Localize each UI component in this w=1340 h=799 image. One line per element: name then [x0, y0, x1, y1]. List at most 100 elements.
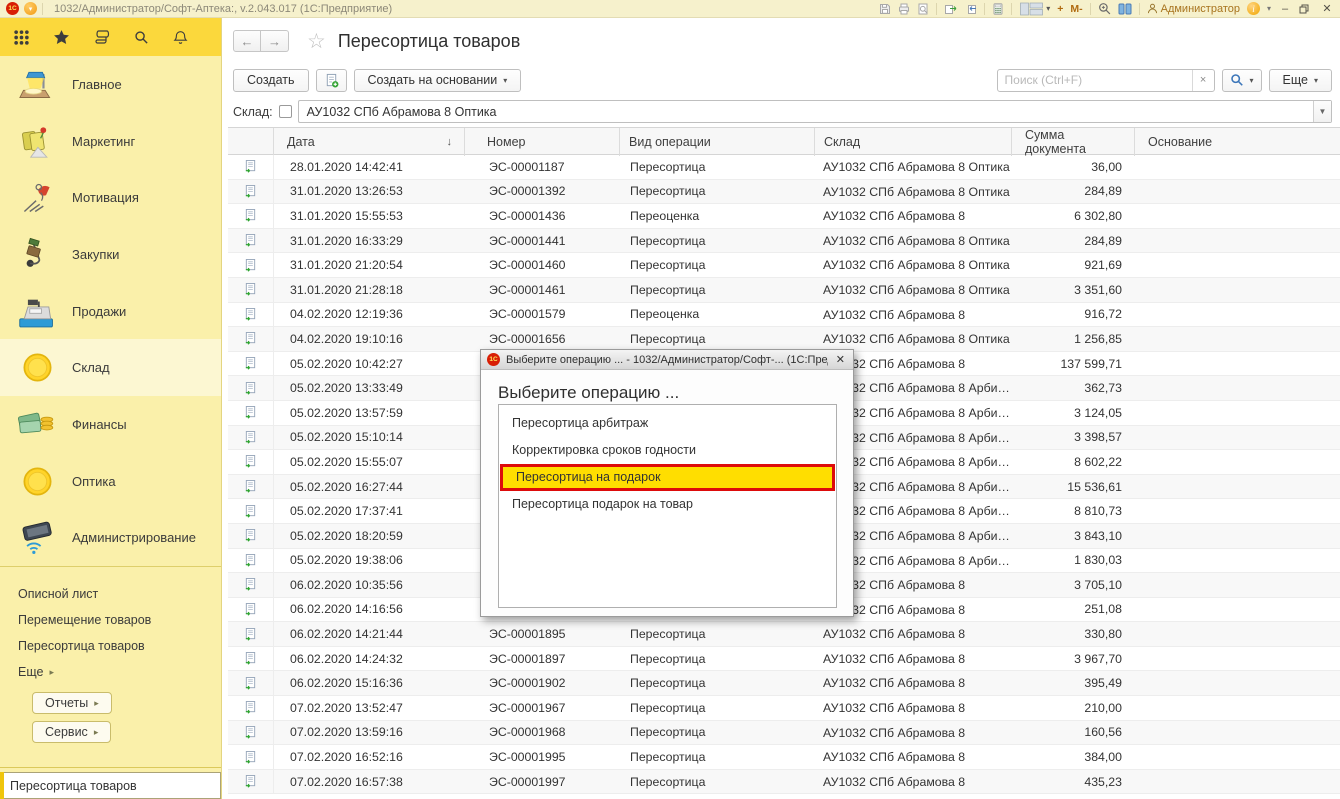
- open-window-tab[interactable]: Пересортица товаров: [0, 772, 221, 799]
- table-row[interactable]: 31.01.2020 21:20:54ЭС-00001460Пересортиц…: [228, 253, 1340, 278]
- table-row[interactable]: 31.01.2020 21:28:18ЭС-00001461Пересортиц…: [228, 278, 1340, 303]
- column-header-Номер[interactable]: Номер: [465, 128, 620, 156]
- table-row[interactable]: 28.01.2020 14:42:41ЭС-00001187Пересортиц…: [228, 155, 1340, 180]
- table-row[interactable]: 31.01.2020 13:26:53ЭС-00001392Пересортиц…: [228, 180, 1340, 205]
- save-icon[interactable]: [879, 3, 891, 15]
- column-header-Склад[interactable]: Склад: [815, 128, 1012, 156]
- table-row[interactable]: 31.01.2020 16:33:29ЭС-00001441Пересортиц…: [228, 229, 1340, 254]
- minimize-button[interactable]: –: [1278, 3, 1292, 15]
- sidebar-item-motivaciya[interactable]: Мотивация: [0, 169, 221, 226]
- operation-option-2[interactable]: Пересортица на подарок: [500, 464, 835, 491]
- sidebar-item-marketing[interactable]: Маркетинг: [0, 113, 221, 170]
- sidebar-item-zakupki[interactable]: Закупки: [0, 226, 221, 283]
- zoom-icon[interactable]: [1098, 2, 1111, 15]
- interface-panels-icon[interactable]: ▾: [1019, 2, 1050, 16]
- forward-button[interactable]: →: [261, 30, 289, 52]
- create-button[interactable]: Создать: [233, 69, 309, 92]
- cell-amount: 3 705,10: [1012, 573, 1135, 597]
- sections-menu-icon[interactable]: [14, 30, 29, 45]
- sidebar-item-prodazhi[interactable]: Продажи: [0, 283, 221, 340]
- restore-button[interactable]: [1299, 4, 1313, 14]
- search-input[interactable]: [998, 73, 1192, 87]
- folders-icon: [16, 123, 58, 159]
- scale-minus-button[interactable]: M-: [1070, 3, 1082, 15]
- info-icon[interactable]: i: [1247, 2, 1260, 15]
- cell-basis: [1135, 253, 1340, 277]
- operation-option-1[interactable]: Корректировка сроков годности: [499, 437, 836, 464]
- sidebar-button-0[interactable]: Отчеты▸: [32, 692, 112, 714]
- cell-basis: [1135, 499, 1340, 523]
- copy-document-button[interactable]: [316, 69, 347, 92]
- table-row[interactable]: 07.02.2020 16:57:38ЭС-00001997Пересортиц…: [228, 770, 1340, 795]
- sidebar-button-1[interactable]: Сервис▸: [32, 721, 111, 743]
- cell-date: 07.02.2020 16:57:38: [274, 770, 465, 794]
- sidebar-link-0[interactable]: Описной лист: [18, 581, 221, 607]
- back-button[interactable]: ←: [233, 30, 261, 52]
- table-row[interactable]: 06.02.2020 14:21:44ЭС-00001895Пересортиц…: [228, 622, 1340, 647]
- close-button[interactable]: ✕: [1320, 2, 1334, 15]
- notifications-bell-icon[interactable]: [173, 30, 188, 45]
- cell-basis: [1135, 303, 1340, 327]
- cell-operation: Пересортица: [620, 229, 815, 253]
- column-header-Вид операции[interactable]: Вид операции: [620, 128, 815, 156]
- column-header-Основание[interactable]: Основание: [1135, 128, 1340, 156]
- sidebar-item-administrirovanie[interactable]: Администрирование: [0, 510, 221, 567]
- history-icon[interactable]: [94, 29, 110, 45]
- cell-basis: [1135, 573, 1340, 597]
- cell-date: 05.02.2020 16:27:44: [274, 475, 465, 499]
- sidebar-item-label: Главное: [72, 77, 122, 92]
- cell-basis: [1135, 549, 1340, 573]
- search-icon[interactable]: [134, 30, 149, 45]
- main-menu-button[interactable]: ▾: [24, 2, 37, 15]
- cell-date: 04.02.2020 12:19:36: [274, 303, 465, 327]
- combobox-dropdown-icon[interactable]: ▼: [1313, 101, 1331, 122]
- sidebar-item-sklad[interactable]: Склад: [0, 339, 221, 396]
- operation-option-3[interactable]: Пересортица подарок на товар: [499, 491, 836, 518]
- current-user[interactable]: Администратор: [1147, 3, 1240, 15]
- sidebar-link-1[interactable]: Перемещение товаров: [18, 607, 221, 633]
- table-row[interactable]: 06.02.2020 14:24:32ЭС-00001897Пересортиц…: [228, 647, 1340, 672]
- info-caret-icon[interactable]: ▾: [1267, 4, 1271, 13]
- more-button[interactable]: Еще▾: [1269, 69, 1332, 92]
- divider: [984, 3, 985, 15]
- print-preview-icon[interactable]: [917, 3, 929, 15]
- sidebar-item-optika[interactable]: Оптика: [0, 453, 221, 510]
- table-row[interactable]: 06.02.2020 15:16:36ЭС-00001902Пересортиц…: [228, 671, 1340, 696]
- operation-option-0[interactable]: Пересортица арбитраж: [499, 410, 836, 437]
- cell-warehouse: АУ1032 СПб Абрамова 8: [815, 303, 1012, 327]
- dialog-close-icon[interactable]: ✕: [834, 353, 847, 366]
- posted-document-icon: [228, 622, 274, 646]
- columns-icon[interactable]: [1118, 3, 1132, 15]
- column-header-Дата[interactable]: Дата↓: [274, 128, 465, 156]
- copy-link-icon[interactable]: [944, 3, 957, 15]
- posted-document-icon: [228, 204, 274, 228]
- go-to-link-icon[interactable]: [964, 3, 977, 15]
- table-row[interactable]: 07.02.2020 16:52:16ЭС-00001995Пересортиц…: [228, 745, 1340, 770]
- table-row[interactable]: 07.02.2020 13:59:16ЭС-00001968Пересортиц…: [228, 721, 1340, 746]
- column-header-Сумма документа[interactable]: Сумма документа: [1012, 128, 1135, 156]
- sidebar-item-glavnoe[interactable]: Главное: [0, 56, 221, 113]
- favorites-icon[interactable]: [53, 29, 70, 46]
- calculator-icon[interactable]: [992, 3, 1004, 15]
- create-based-on-button[interactable]: Создать на основании▾: [354, 69, 522, 92]
- favorite-star-icon[interactable]: ☆: [307, 29, 326, 54]
- print-icon[interactable]: [898, 3, 910, 15]
- warehouse-combobox[interactable]: АУ1032 СПб Абрамова 8 Оптика ▼: [298, 100, 1332, 123]
- cell-date: 07.02.2020 13:59:16: [274, 721, 465, 745]
- sidebar-link-2[interactable]: Пересортица товаров: [18, 633, 221, 659]
- search-options-button[interactable]: ▾: [1222, 69, 1262, 92]
- table-row[interactable]: 07.02.2020 13:52:47ЭС-00001967Пересортиц…: [228, 696, 1340, 721]
- table-row[interactable]: 31.01.2020 15:55:53ЭС-00001436Переоценка…: [228, 204, 1340, 229]
- sidebar-link-more[interactable]: Еще▸: [18, 659, 221, 685]
- cell-amount: 435,23: [1012, 770, 1135, 794]
- cell-basis: [1135, 327, 1340, 351]
- table-row[interactable]: 04.02.2020 12:19:36ЭС-00001579Переоценка…: [228, 303, 1340, 328]
- sidebar-item-finansy[interactable]: Финансы: [0, 396, 221, 453]
- warehouse-filter-checkbox[interactable]: [279, 105, 292, 118]
- scale-plus-button[interactable]: +: [1057, 3, 1063, 15]
- cell-basis: [1135, 229, 1340, 253]
- column-header-icon[interactable]: [228, 128, 274, 156]
- clear-search-icon[interactable]: ×: [1192, 70, 1214, 91]
- cell-operation: Пересортица: [620, 671, 815, 695]
- cell-warehouse: АУ1032 СПб Абрамова 8: [815, 745, 1012, 769]
